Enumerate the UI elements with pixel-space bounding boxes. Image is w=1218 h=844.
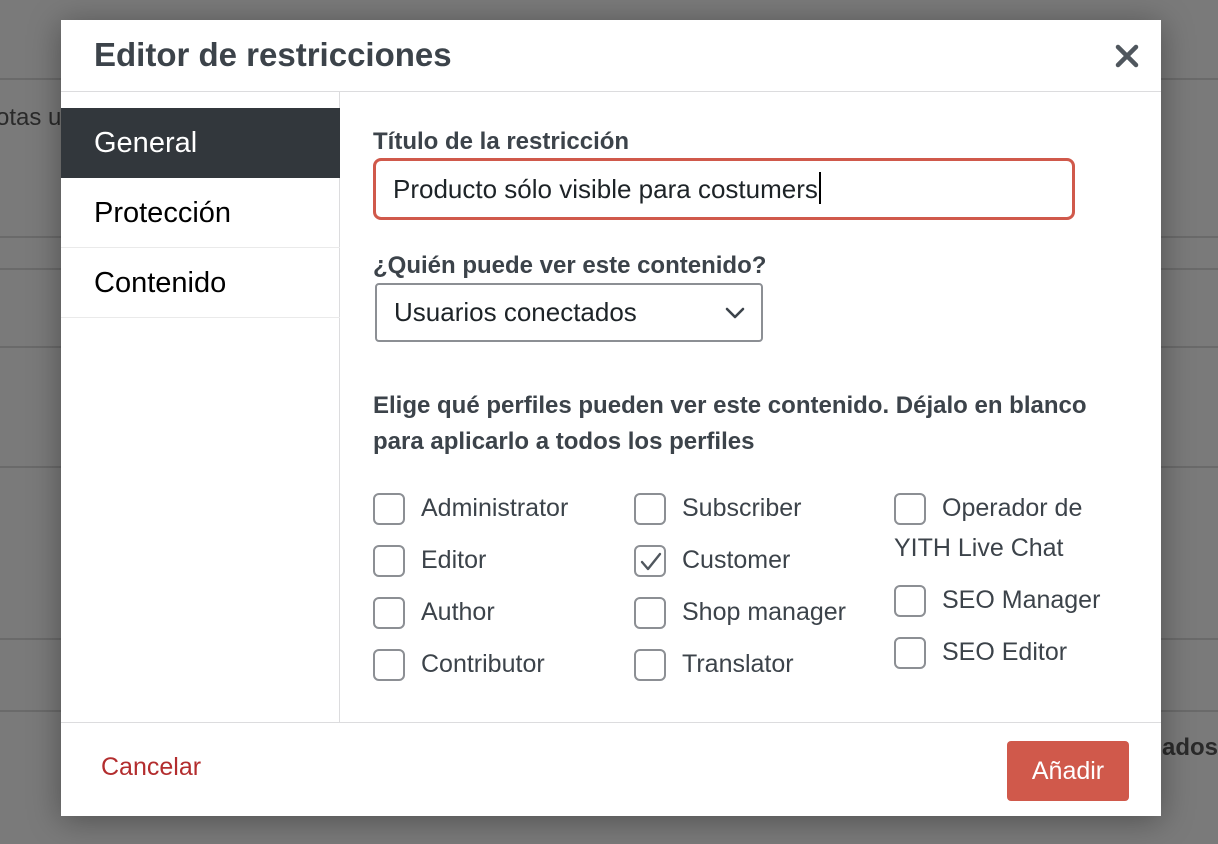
- restriction-title-value: Producto sólo visible para costumers: [393, 174, 818, 204]
- cancel-link[interactable]: Cancelar: [101, 753, 201, 782]
- role-checkbox[interactable]: [894, 493, 926, 525]
- add-button[interactable]: Añadir: [1007, 741, 1129, 801]
- modal-footer: Cancelar Añadir: [61, 722, 1161, 816]
- bg-partial-text-right: ados: [1162, 734, 1218, 761]
- sidebar-item-contenido[interactable]: Contenido: [61, 248, 340, 318]
- modal-header: Editor de restricciones: [61, 20, 1161, 92]
- who-select-value: Usuarios conectados: [394, 297, 637, 327]
- role-checkbox[interactable]: [373, 649, 405, 681]
- close-icon: [1115, 44, 1139, 68]
- role-label: SEO Manager: [942, 586, 1101, 614]
- role-yith-live-chat-operator: Operador de YITH Live Chat: [894, 488, 1124, 568]
- role-checkbox[interactable]: [894, 585, 926, 617]
- sidebar-item-general[interactable]: General: [61, 108, 340, 178]
- close-button[interactable]: [1111, 40, 1143, 72]
- who-label: ¿Quién puede ver este contenido?: [373, 252, 767, 279]
- role-checkbox[interactable]: [634, 597, 666, 629]
- role-label: Translator: [682, 650, 794, 678]
- who-select[interactable]: Usuarios conectados: [375, 283, 763, 342]
- chevron-down-icon: [725, 307, 745, 319]
- text-caret: [818, 172, 821, 204]
- sidebar: General Protección Contenido: [61, 92, 340, 722]
- role-label: Author: [421, 598, 495, 626]
- role-label: SEO Editor: [942, 638, 1068, 666]
- role-checkbox[interactable]: [373, 545, 405, 577]
- checkmark-icon: [640, 552, 662, 571]
- role-checkbox[interactable]: [373, 597, 405, 629]
- role-label: Shop manager: [682, 598, 847, 626]
- role-label: Subscriber: [682, 494, 802, 522]
- role-checkbox[interactable]: [634, 493, 666, 525]
- restriction-title-input[interactable]: Producto sólo visible para costumers: [373, 158, 1075, 220]
- role-label: Contributor: [421, 650, 545, 678]
- roles-description: Elige qué perfiles pueden ver este conte…: [373, 392, 1087, 455]
- sidebar-item-proteccion[interactable]: Protección: [61, 178, 340, 248]
- role-checkbox-checked[interactable]: [634, 545, 666, 577]
- role-checkbox[interactable]: [373, 493, 405, 525]
- role-checkbox[interactable]: [894, 637, 926, 669]
- restriction-editor-modal: Editor de restricciones General Protecci…: [61, 20, 1161, 816]
- role-label: Editor: [421, 546, 487, 574]
- title-label: Título de la restricción: [373, 128, 630, 155]
- role-label: Administrator: [421, 494, 569, 522]
- role-label: Customer: [682, 546, 791, 574]
- role-checkbox[interactable]: [634, 649, 666, 681]
- bg-partial-text-left: otas u: [0, 104, 62, 131]
- modal-title: Editor de restricciones: [94, 36, 452, 73]
